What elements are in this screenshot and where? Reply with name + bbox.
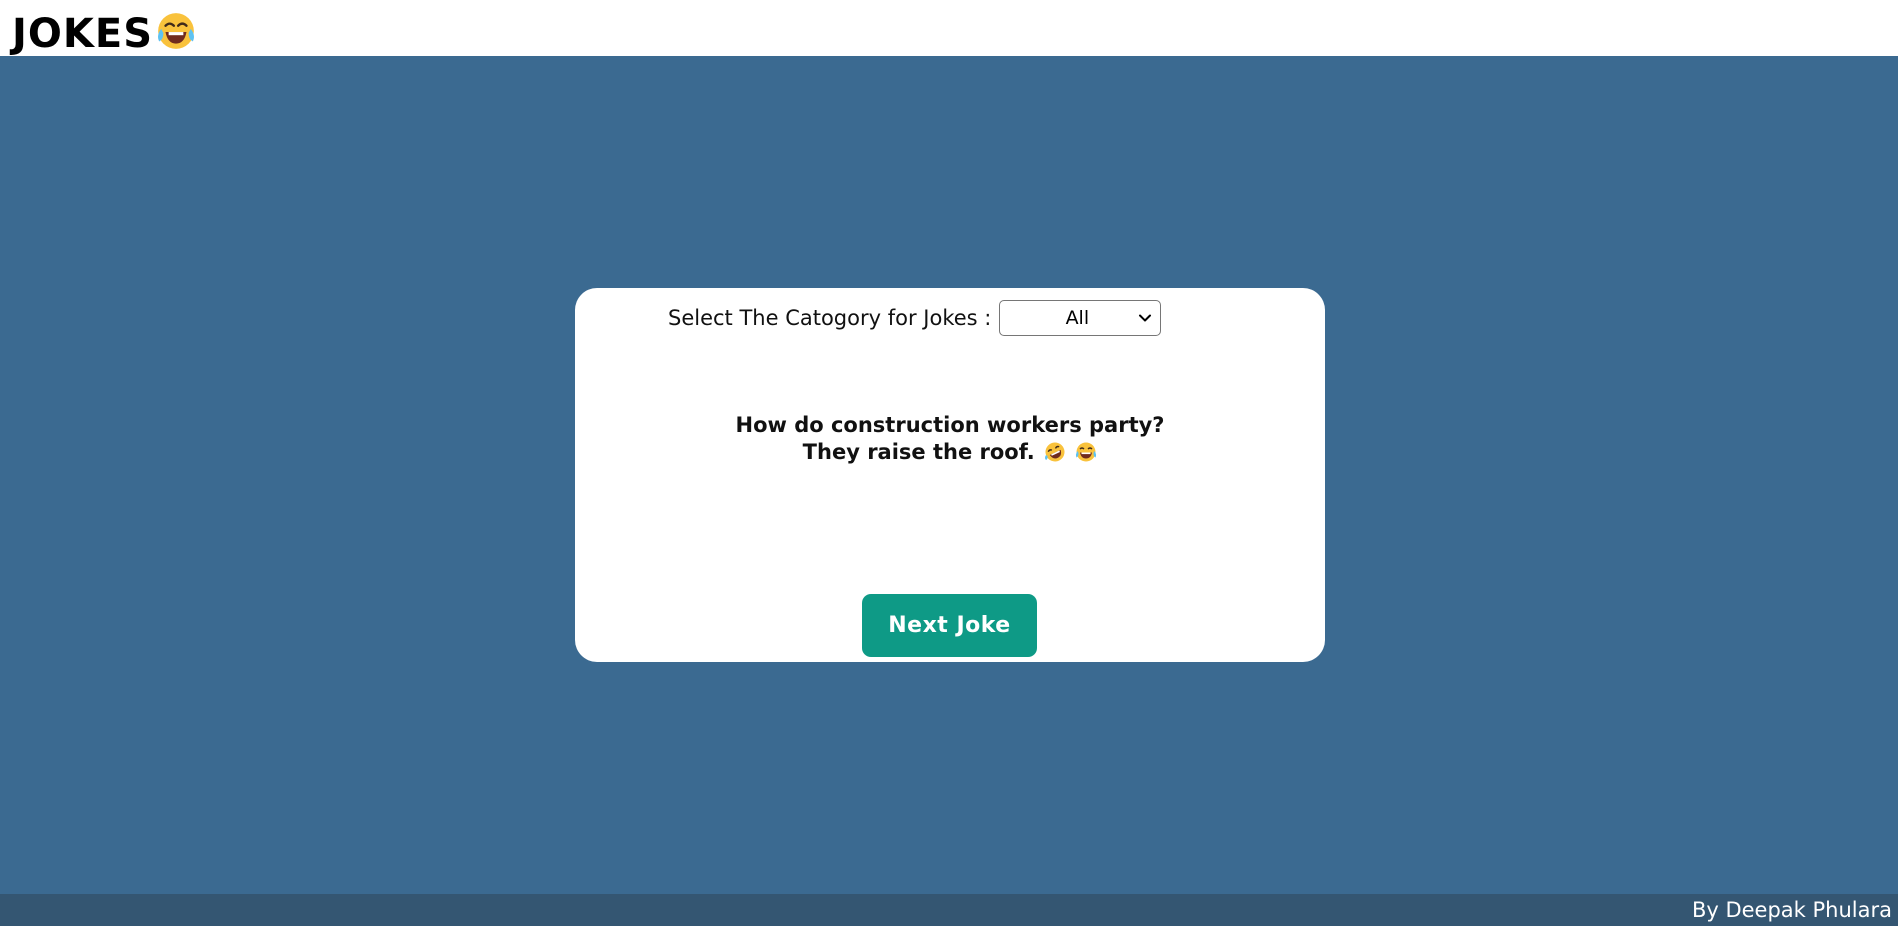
category-select-value: All — [1000, 301, 1138, 335]
laughing-tears-emoji-icon — [155, 10, 197, 52]
rolling-laughing-emoji-icon — [1044, 441, 1066, 463]
chevron-down-icon — [1138, 311, 1152, 325]
app-title: JOKES — [12, 14, 197, 54]
next-joke-button[interactable]: Next Joke — [862, 594, 1037, 657]
footer: By Deepak Phulara — [0, 894, 1898, 926]
laughing-tears-emoji-icon — [1075, 441, 1097, 463]
joke-punchline-line: They raise the roof. — [575, 439, 1325, 466]
app-header: JOKES — [0, 0, 1898, 56]
category-label: Select The Catogory for Jokes : — [668, 306, 991, 330]
joke-text: How do construction workers party? They … — [575, 412, 1325, 466]
footer-credit: By Deepak Phulara — [1692, 898, 1892, 922]
joke-card: Select The Catogory for Jokes : All How … — [575, 288, 1325, 662]
app-title-text: JOKES — [12, 11, 153, 57]
joke-punchline: They raise the roof. — [803, 440, 1035, 464]
joke-setup: How do construction workers party? — [575, 412, 1325, 439]
category-row: Select The Catogory for Jokes : All — [668, 300, 1161, 336]
category-select[interactable]: All — [999, 300, 1161, 336]
